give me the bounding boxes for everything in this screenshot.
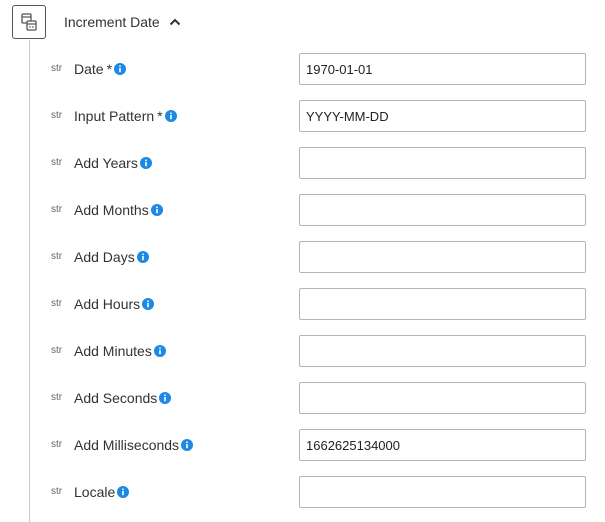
param-label: Add Minutes <box>74 343 152 359</box>
info-icon[interactable] <box>142 298 155 310</box>
param-label: Add Days <box>74 249 135 265</box>
param-label: Input Pattern <box>74 108 155 124</box>
param-row: str Date * <box>0 53 605 85</box>
type-tag: str <box>51 345 63 356</box>
param-label: Add Years <box>74 155 138 171</box>
param-input[interactable] <box>299 335 586 367</box>
calendar-swap-icon <box>21 13 37 31</box>
param-input[interactable] <box>299 53 586 85</box>
info-icon[interactable] <box>117 486 130 498</box>
type-tag: str <box>51 439 63 450</box>
node-title: Increment Date <box>64 14 160 30</box>
param-label-group: Date * <box>74 60 127 78</box>
info-icon[interactable] <box>153 345 166 357</box>
param-label-group: Input Pattern * <box>74 107 177 125</box>
param-row: str Add Milliseconds <box>0 429 605 461</box>
type-tag: str <box>51 298 63 309</box>
type-tag: str <box>51 204 63 215</box>
info-icon[interactable] <box>136 251 149 263</box>
param-input[interactable] <box>299 429 586 461</box>
param-label-group: Add Minutes <box>74 342 166 360</box>
chevron-up-icon <box>169 18 181 26</box>
param-label-group: Add Hours <box>74 295 155 313</box>
param-row: str Add Minutes <box>0 335 605 367</box>
info-icon[interactable] <box>150 204 163 216</box>
param-row: str Add Days <box>0 241 605 273</box>
info-icon[interactable] <box>181 439 194 451</box>
param-label: Date <box>74 61 104 77</box>
required-asterisk: * <box>157 108 163 124</box>
param-label-group: Add Seconds <box>74 389 172 407</box>
info-icon[interactable] <box>159 392 172 404</box>
param-label: Add Milliseconds <box>74 437 180 453</box>
type-tag: str <box>51 251 63 262</box>
param-label: Locale <box>74 484 116 500</box>
param-row: str Add Years <box>0 147 605 179</box>
param-input[interactable] <box>299 147 586 179</box>
info-icon[interactable] <box>114 63 127 75</box>
type-tag: str <box>51 157 63 168</box>
param-row: str Input Pattern * <box>0 100 605 132</box>
param-row: str Add Seconds <box>0 382 605 414</box>
param-input[interactable] <box>299 288 586 320</box>
param-label-group: Locale <box>74 483 130 501</box>
param-label: Add Months <box>74 202 149 218</box>
param-row: str Add Months <box>0 194 605 226</box>
param-input[interactable] <box>299 194 586 226</box>
info-icon[interactable] <box>164 110 177 122</box>
param-label-group: Add Days <box>74 248 149 266</box>
required-asterisk: * <box>106 61 113 77</box>
param-input[interactable] <box>299 241 586 273</box>
param-input[interactable] <box>299 100 586 132</box>
param-row: str Locale <box>0 476 605 508</box>
param-label-group: Add Months <box>74 201 163 219</box>
param-input[interactable] <box>299 476 586 508</box>
param-row: str Add Hours <box>0 288 605 320</box>
param-label: Add Hours <box>74 296 141 312</box>
type-tag: str <box>51 110 63 121</box>
date-operations-icon[interactable] <box>12 5 46 39</box>
type-tag: str <box>51 63 63 74</box>
param-label: Add Seconds <box>74 390 158 406</box>
info-icon[interactable] <box>139 157 152 169</box>
param-label-group: Add Years <box>74 154 152 172</box>
param-input[interactable] <box>299 382 586 414</box>
type-tag: str <box>51 392 63 403</box>
type-tag: str <box>51 486 63 497</box>
param-label-group: Add Milliseconds <box>74 436 194 454</box>
collapse-toggle[interactable] <box>166 13 184 31</box>
